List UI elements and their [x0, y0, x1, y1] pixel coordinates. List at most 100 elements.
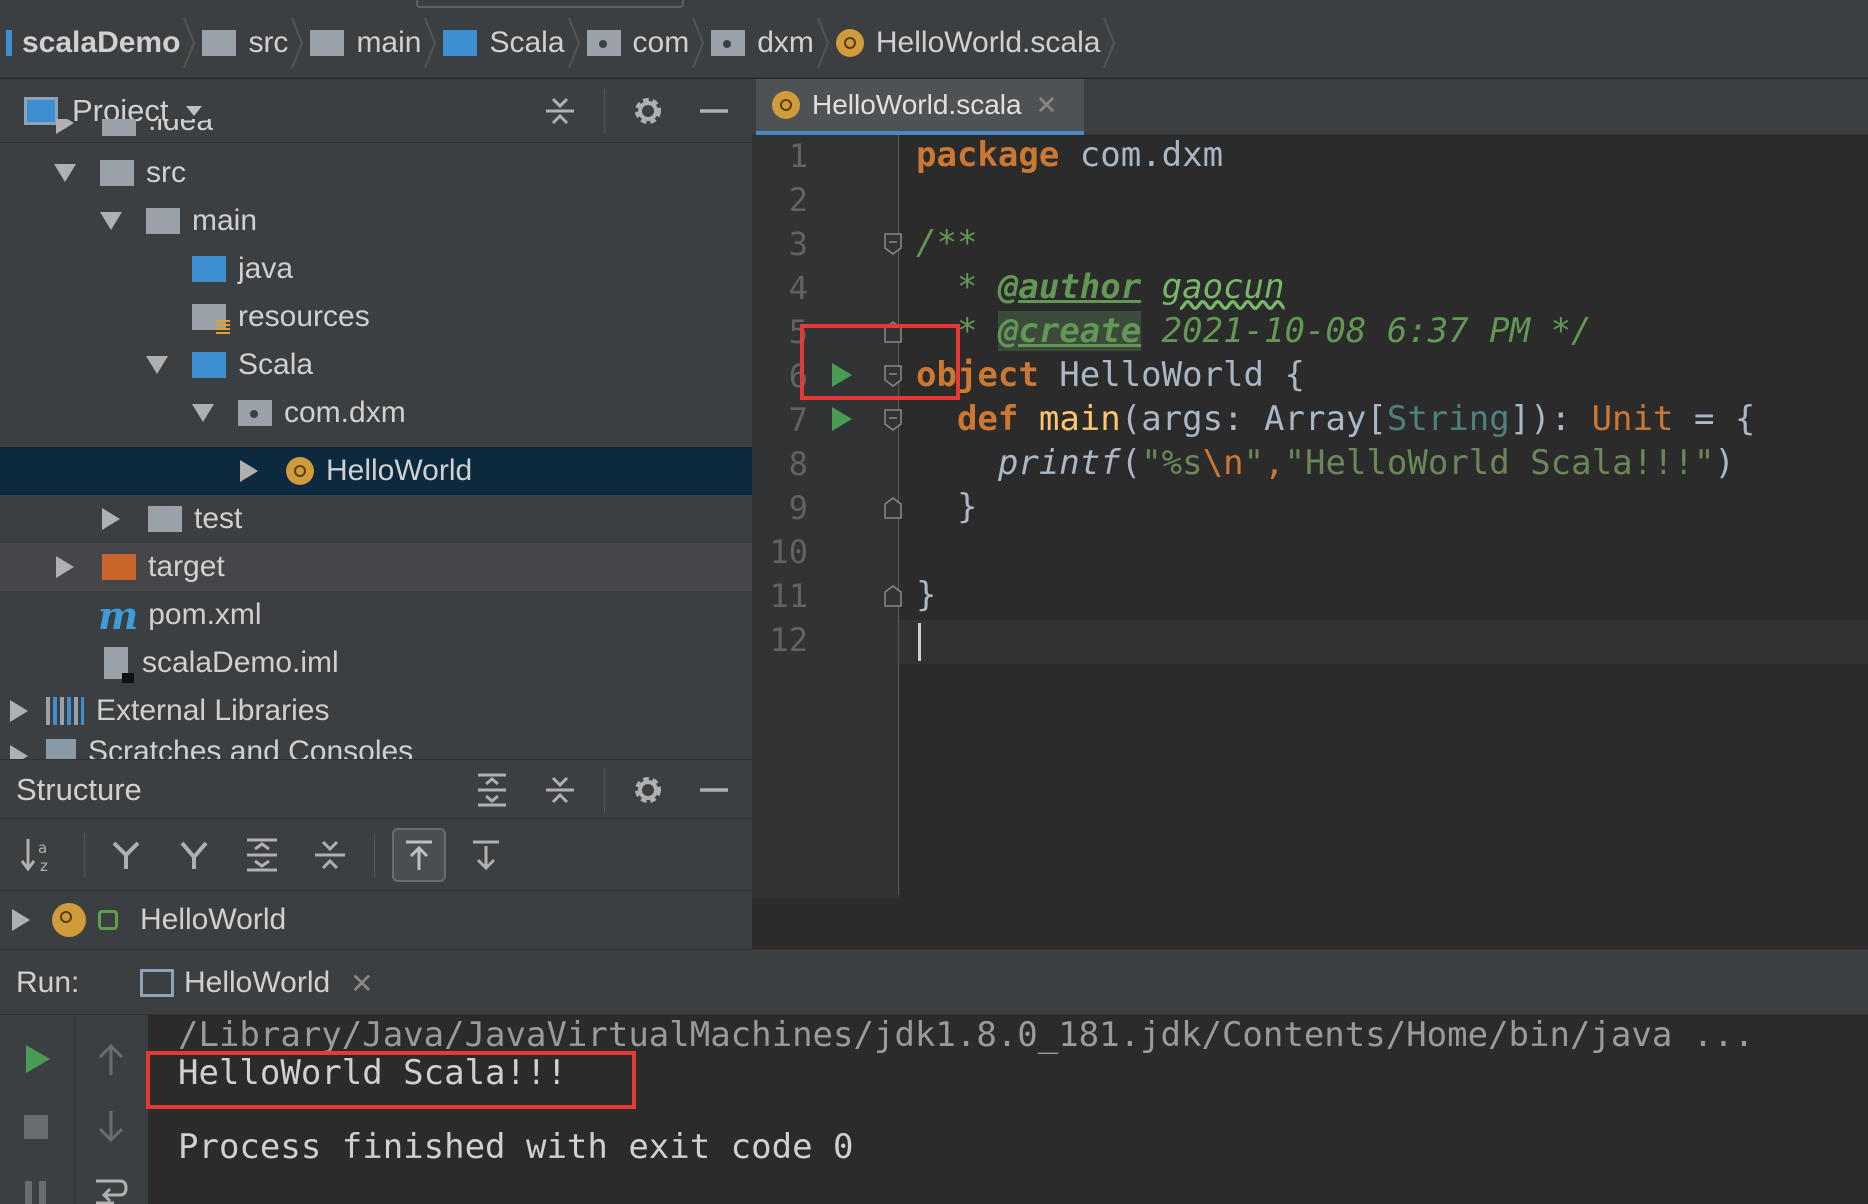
- run-panel: Run: HelloWorld ✕ /Library/Java/JavaVirt…: [0, 949, 1868, 1204]
- tab-helloworld-scala[interactable]: HelloWorld.scala ✕: [756, 79, 1084, 135]
- soft-wrap-icon[interactable]: [94, 1175, 128, 1204]
- collapse-all-button[interactable]: [306, 831, 354, 879]
- tree-item-test[interactable]: test: [0, 495, 752, 543]
- project-panel: Project .idea src main java resources Sc…: [0, 79, 752, 759]
- code-editor: HelloWorld.scala ✕ 1 2 3 4 5 6 7 8 9 10 …: [752, 79, 1868, 949]
- tree-item-java[interactable]: java: [0, 245, 752, 293]
- fold-open-icon[interactable]: [884, 409, 902, 431]
- sort-alpha-icon: az: [20, 839, 48, 875]
- tree-item-com-dxm[interactable]: com.dxm: [0, 389, 752, 437]
- tree-item-pom[interactable]: m pom.xml: [0, 591, 752, 639]
- close-tab-icon[interactable]: ✕: [1036, 90, 1058, 121]
- code-line-7[interactable]: def main(args: Array[String]): Unit = {: [916, 399, 1755, 439]
- line-number: 3: [788, 225, 808, 263]
- sort-alphabetically-button[interactable]: az: [16, 831, 64, 879]
- package-icon: [238, 400, 272, 426]
- tree-item-scratches[interactable]: Scratches and Consoles: [0, 735, 752, 759]
- svg-text:z: z: [40, 857, 48, 875]
- scala-object-icon: [286, 457, 314, 485]
- tree-item-scala[interactable]: Scala: [0, 341, 752, 389]
- run-main-icon[interactable]: [832, 407, 852, 431]
- line-number: 7: [788, 401, 808, 439]
- structure-item-helloworld[interactable]: HelloWorld: [0, 891, 752, 949]
- code-line-8[interactable]: printf("%s\n","HelloWorld Scala!!!"): [916, 443, 1735, 483]
- close-tab-icon[interactable]: ✕: [350, 967, 373, 1000]
- expand-all-button[interactable]: [238, 831, 286, 879]
- code-line-1[interactable]: package com.dxm: [916, 135, 1223, 175]
- line-number: 12: [769, 621, 808, 659]
- output-highlight: [146, 1051, 636, 1109]
- autoscroll-to-source-icon: [406, 840, 432, 870]
- public-visibility-icon: [98, 910, 118, 930]
- source-folder-icon: [192, 352, 226, 378]
- fold-close-icon[interactable]: [884, 585, 902, 607]
- folder-icon: [310, 29, 345, 56]
- hide-panel-button[interactable]: [696, 772, 732, 808]
- code-line-9[interactable]: }: [916, 487, 977, 527]
- structure-title: Structure: [16, 772, 142, 807]
- tree-item-main[interactable]: main: [0, 197, 752, 245]
- console-exit-line: Process finished with exit code 0: [178, 1127, 854, 1167]
- excluded-folder-icon: [102, 554, 136, 580]
- source-folder-icon: [192, 256, 226, 282]
- folder-icon: [202, 29, 237, 56]
- code-line-6[interactable]: object HelloWorld {: [916, 355, 1305, 395]
- expand-all-button[interactable]: [474, 772, 510, 808]
- line-number: 4: [788, 269, 808, 307]
- console-icon: [140, 969, 174, 997]
- settings-button[interactable]: [630, 772, 666, 808]
- breadcrumb-item-file[interactable]: HelloWorld.scala: [824, 8, 1116, 78]
- maven-icon: m: [98, 592, 139, 638]
- autoscroll-from-source-button[interactable]: [462, 831, 510, 879]
- libraries-icon: [46, 697, 84, 725]
- tree-item-resources[interactable]: resources: [0, 293, 752, 341]
- package-icon: [586, 29, 621, 56]
- structure-panel: Structure az HelloWorld: [0, 759, 752, 949]
- text-caret: [918, 623, 921, 661]
- arrow-down-icon[interactable]: [96, 1109, 126, 1143]
- breadcrumb-item-com[interactable]: com: [575, 8, 705, 78]
- autoscroll-from-source-icon: [473, 840, 499, 871]
- fold-close-icon[interactable]: [884, 497, 902, 519]
- folder-icon: [148, 506, 182, 532]
- breadcrumb-item-main[interactable]: main: [298, 8, 437, 78]
- project-module-icon: [6, 29, 12, 56]
- tree-item-target[interactable]: target: [0, 543, 752, 591]
- code-line-3[interactable]: /**: [916, 223, 977, 263]
- pause-icon[interactable]: [22, 1179, 50, 1204]
- tree-item-src[interactable]: src: [0, 149, 752, 197]
- tree-item-helloworld[interactable]: HelloWorld: [0, 447, 752, 495]
- breadcrumb-item-scala[interactable]: Scala: [431, 8, 580, 78]
- tree-item-external-libraries[interactable]: External Libraries: [0, 687, 752, 735]
- folder-icon: [146, 208, 180, 234]
- rerun-icon[interactable]: [22, 1043, 52, 1075]
- code-line-5[interactable]: * @create 2021-10-08 6:37 PM */: [916, 311, 1592, 351]
- line-number: 2: [788, 181, 808, 219]
- gear-icon: [635, 777, 661, 803]
- source-folder-icon: [443, 29, 478, 56]
- fold-open-icon[interactable]: [884, 233, 902, 255]
- breadcrumb-item-src[interactable]: src: [190, 8, 304, 78]
- scala-object-icon: [835, 28, 864, 57]
- tree-item-idea[interactable]: .idea: [0, 119, 752, 149]
- stop-icon[interactable]: [22, 1113, 50, 1141]
- code-line-4[interactable]: * @author gaocun: [916, 267, 1285, 307]
- tree-item-iml[interactable]: scalaDemo.iml: [0, 639, 752, 687]
- show-inherited-button[interactable]: [102, 831, 150, 879]
- collapse-all-button[interactable]: [542, 772, 578, 808]
- collapse-all-icon: [315, 840, 345, 870]
- run-tab-helloworld[interactable]: HelloWorld ✕: [140, 966, 374, 1000]
- show-implicits-button[interactable]: [170, 831, 218, 879]
- breadcrumb-item-project[interactable]: scalaDemo: [0, 8, 196, 78]
- resources-folder-icon: [192, 304, 230, 334]
- scala-object-icon: [772, 91, 800, 119]
- console-command-line: /Library/Java/JavaVirtualMachines/jdk1.8…: [178, 1015, 1755, 1055]
- autoscroll-to-source-button[interactable]: [392, 828, 446, 882]
- iml-file-icon: [104, 647, 134, 683]
- expand-all-icon: [478, 773, 506, 807]
- console-output[interactable]: /Library/Java/JavaVirtualMachines/jdk1.8…: [150, 1015, 1868, 1204]
- arrow-up-icon[interactable]: [96, 1043, 126, 1077]
- breadcrumb-item-dxm[interactable]: dxm: [699, 8, 829, 78]
- code-line-11[interactable]: }: [916, 575, 936, 615]
- line-number: 8: [788, 445, 808, 483]
